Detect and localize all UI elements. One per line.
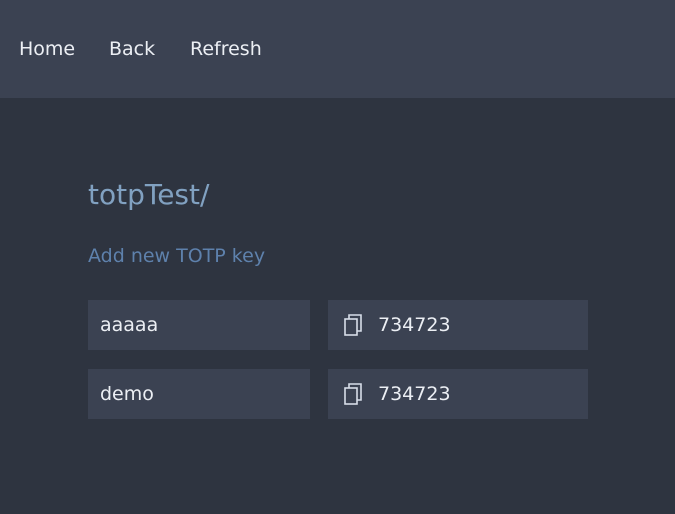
nav-back-link[interactable]: Back <box>109 36 155 62</box>
nav-refresh-link[interactable]: Refresh <box>190 36 262 62</box>
top-nav-bar: Home Back Refresh <box>0 0 675 98</box>
page-title: totpTest/ <box>88 178 210 211</box>
key-name: demo <box>100 383 154 405</box>
totp-code: 734723 <box>378 383 451 405</box>
key-name: aaaaa <box>100 314 159 336</box>
totp-code: 734723 <box>378 314 451 336</box>
add-totp-key-link[interactable]: Add new TOTP key <box>88 243 265 269</box>
copy-code-button[interactable]: 734723 <box>328 369 588 419</box>
copy-icon[interactable] <box>344 383 362 405</box>
copy-icon[interactable] <box>344 314 362 336</box>
key-name-cell: aaaaa <box>88 300 310 350</box>
nav-home-link[interactable]: Home <box>19 36 75 62</box>
key-name-cell: demo <box>88 369 310 419</box>
copy-code-button[interactable]: 734723 <box>328 300 588 350</box>
